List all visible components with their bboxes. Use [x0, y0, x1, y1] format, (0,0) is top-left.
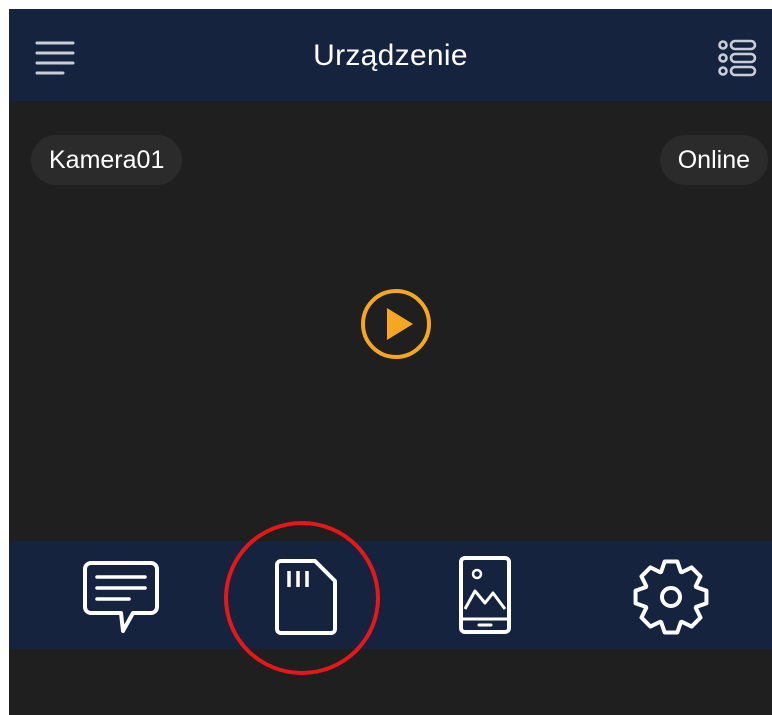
sd-card-icon[interactable] [271, 557, 341, 637]
bottom-toolbar [9, 541, 772, 649]
app-header: Urządzenie [9, 9, 772, 101]
message-icon[interactable] [81, 557, 161, 637]
gear-icon[interactable] [629, 555, 713, 639]
play-icon[interactable] [359, 287, 433, 361]
phone-gallery-icon[interactable] [457, 555, 513, 635]
device-list-icon[interactable] [717, 39, 757, 77]
camera-name-label: Kamera01 [31, 135, 183, 185]
status-badge: Online [659, 135, 768, 185]
device-screen: Urządzenie Kamera01 Online [9, 9, 772, 715]
page-title: Urządzenie [313, 39, 468, 72]
